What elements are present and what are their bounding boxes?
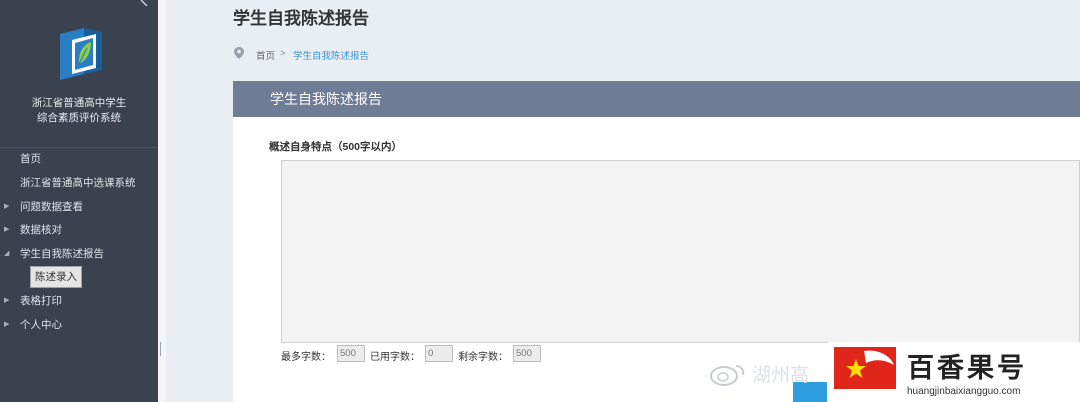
sidebar-item-self-statement[interactable]: ◢ 学生自我陈述报告 (0, 243, 158, 265)
used-count-label: 已用字数： (370, 352, 420, 363)
system-name-line2: 综合素质评价系统 (37, 112, 121, 124)
panel-title: 学生自我陈述报告 (270, 91, 382, 107)
logo-icon (60, 28, 102, 80)
collapse-arrow-icon: ◢ (4, 250, 10, 257)
max-count-value: 500 (337, 345, 365, 362)
sidebar-item-course-selection[interactable]: 浙江省普通高中选课系统 (0, 172, 158, 194)
remaining-count-label: 剩余字数： (458, 352, 508, 363)
flag-logo-icon (834, 347, 896, 389)
sidebar-item-label: 数据核对 (20, 224, 62, 236)
max-count-label: 最多字数： (281, 352, 331, 363)
sidebar-item-data-check[interactable]: ▶ 数据核对 (0, 219, 158, 241)
field-label: 概述自身特点（500字以内） (269, 141, 403, 153)
watermark-text: 湖州高 (752, 365, 810, 386)
sidebar-item-label: 浙江省普通高中选课系统 (20, 177, 136, 189)
location-pin-icon (234, 47, 244, 59)
sidebar-item-label: 问题数据查看 (20, 201, 83, 213)
sidebar-item-label: 个人中心 (20, 319, 62, 331)
sidebar-item-label: 学生自我陈述报告 (20, 248, 104, 260)
system-name: 浙江省普通高中学生 综合素质评价系统 (0, 96, 158, 126)
page-title: 学生自我陈述报告 (233, 9, 369, 28)
sidebar-item-home[interactable]: 首页 (0, 148, 158, 170)
remaining-count-value: 500 (513, 345, 541, 362)
statement-textarea[interactable] (281, 160, 1080, 343)
sidebar-item-problem-data[interactable]: ▶ 问题数据查看 (0, 196, 158, 218)
expand-arrow-icon: ▶ (4, 321, 10, 328)
collapse-icon[interactable] (138, 0, 152, 6)
expand-arrow-icon: ▶ (4, 226, 10, 233)
used-count-value: 0 (425, 345, 453, 362)
brand-url: huangjinbaixiangguo.com (907, 386, 1021, 397)
breadcrumb-current[interactable]: 学生自我陈述报告 (293, 48, 369, 62)
sidebar-item-label: 表格打印 (20, 295, 62, 307)
sidebar-subitem-statement-entry[interactable]: 陈述录入 (30, 266, 82, 288)
weibo-icon (710, 365, 745, 386)
system-name-line1: 浙江省普通高中学生 (31, 97, 127, 109)
brand-name: 百香果号 (907, 353, 1027, 383)
breadcrumb-home-link[interactable]: 首页 (256, 48, 275, 62)
scrollbar[interactable] (160, 342, 161, 356)
panel-header: 学生自我陈述报告 (233, 81, 1080, 117)
breadcrumb-separator: > (280, 48, 286, 59)
sidebar-item-table-print[interactable]: ▶ 表格打印 (0, 290, 158, 312)
sidebar-item-personal-center[interactable]: ▶ 个人中心 (0, 314, 158, 336)
sidebar-item-label: 首页 (20, 153, 41, 165)
expand-arrow-icon: ▶ (4, 203, 10, 210)
expand-arrow-icon: ▶ (4, 297, 10, 304)
sidebar: 浙江省普通高中学生 综合素质评价系统 首页 浙江省普通高中选课系统 ▶ 问题数据… (0, 0, 158, 402)
